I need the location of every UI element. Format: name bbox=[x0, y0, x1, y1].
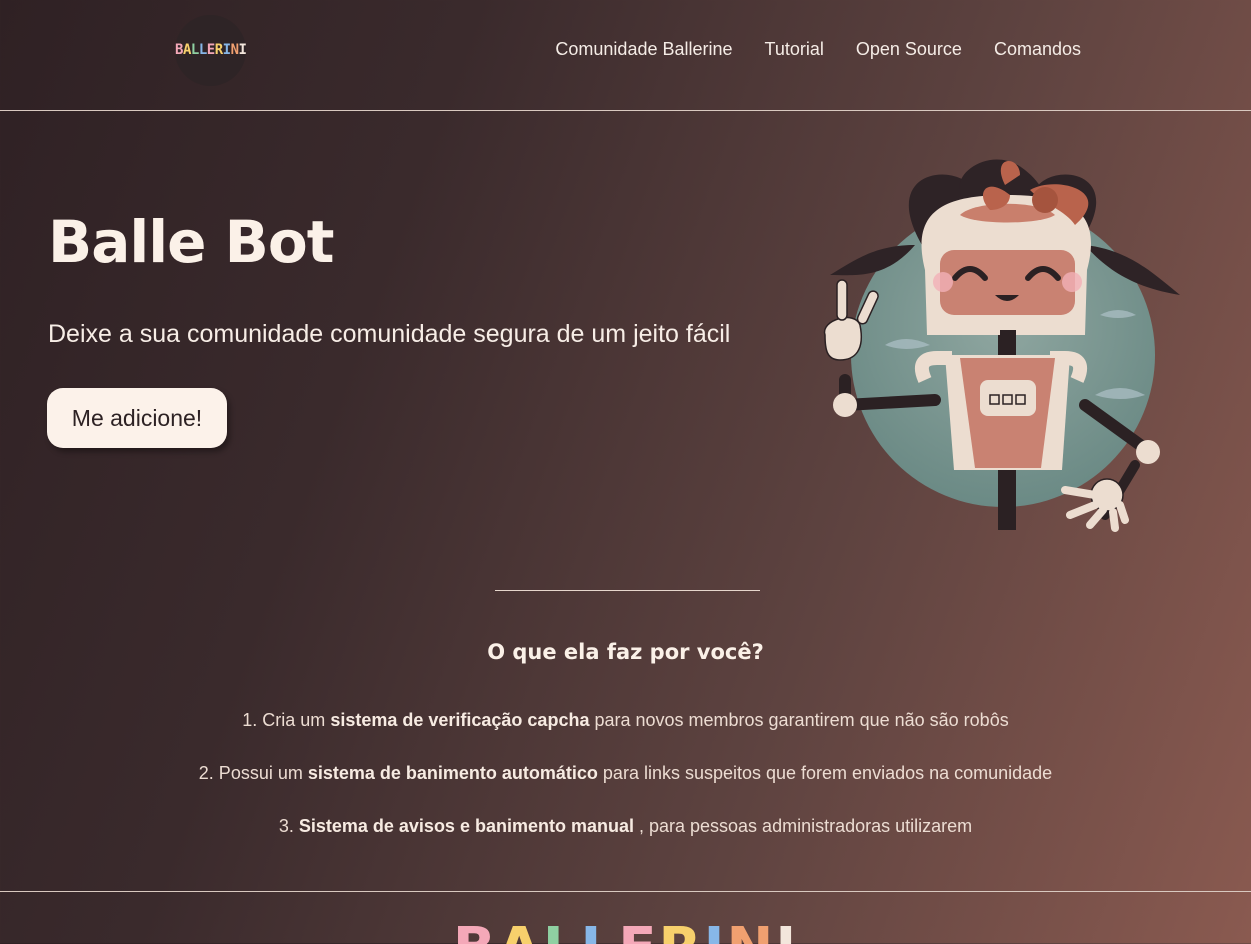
features-title: O que ela faz por você? bbox=[487, 640, 764, 664]
feature-suffix: , para pessoas administradoras utilizare… bbox=[633, 816, 973, 836]
add-bot-button[interactable]: Me adicione! bbox=[47, 388, 227, 448]
logo-letter: A bbox=[182, 42, 191, 58]
nav-link-tutorial[interactable]: Tutorial bbox=[765, 39, 824, 60]
section-divider bbox=[495, 590, 760, 591]
nav-link-open-source[interactable]: Open Source bbox=[856, 39, 962, 60]
logo-letter: I bbox=[222, 42, 231, 58]
logo-letter: N bbox=[230, 42, 239, 58]
nav-link-comunidade[interactable]: Comunidade Ballerine bbox=[555, 39, 732, 60]
logo-letter: L bbox=[198, 42, 207, 58]
logo-letter: B bbox=[453, 916, 498, 944]
logo-letter: R bbox=[214, 42, 223, 58]
top-navbar: BALLERINI Comunidade Ballerine Tutorial … bbox=[0, 0, 1251, 111]
feature-item: 3. Sistema de avisos e banimento manual … bbox=[0, 816, 1251, 839]
logo-letter: E bbox=[618, 916, 658, 944]
robot-girl-illustration bbox=[823, 159, 1180, 532]
logo-letter: B bbox=[175, 42, 183, 58]
feature-highlight: sistema de verificação capcha bbox=[330, 710, 590, 730]
feature-item: 1. Cria um sistema de verificação capcha… bbox=[0, 710, 1251, 733]
logo-wordmark: BALLERINI bbox=[175, 42, 247, 58]
logo-letter: I bbox=[704, 916, 727, 944]
ballerini-logo[interactable]: BALLERINI bbox=[175, 15, 247, 86]
logo-letter: A bbox=[498, 916, 543, 944]
logo-letter: E bbox=[206, 42, 215, 58]
feature-highlight: Sistema de avisos e banimento manual bbox=[298, 816, 634, 836]
logo-letter: L bbox=[581, 916, 619, 944]
hero-title: Balle Bot bbox=[48, 208, 334, 276]
feature-prefix: 2. Possui um bbox=[198, 763, 308, 783]
feature-prefix: 3. bbox=[278, 816, 299, 836]
logo-letter: R bbox=[658, 916, 703, 944]
main-nav: Comunidade Ballerine Tutorial Open Sourc… bbox=[555, 39, 1081, 60]
hero-subtitle: Deixe a sua comunidade comunidade segura… bbox=[48, 320, 731, 348]
features-list: 1. Cria um sistema de verificação capcha… bbox=[0, 710, 1251, 869]
footer: BALLERINI bbox=[0, 891, 1251, 944]
feature-prefix: 1. Cria um bbox=[242, 710, 331, 730]
feature-suffix: para novos membros garantirem que não sã… bbox=[589, 710, 1009, 730]
feature-item: 2. Possui um sistema de banimento automá… bbox=[0, 763, 1251, 786]
logo-letter: I bbox=[775, 916, 798, 944]
logo-letter: N bbox=[726, 916, 775, 944]
logo-letter: L bbox=[190, 42, 199, 58]
nav-link-comandos[interactable]: Comandos bbox=[994, 39, 1081, 60]
feature-highlight: sistema de banimento automático bbox=[307, 763, 598, 783]
logo-letter: L bbox=[543, 916, 581, 944]
logo-letter: I bbox=[238, 42, 247, 58]
feature-suffix: para links suspeitos que forem enviados … bbox=[597, 763, 1053, 783]
footer-logo: BALLERINI bbox=[0, 916, 1251, 944]
